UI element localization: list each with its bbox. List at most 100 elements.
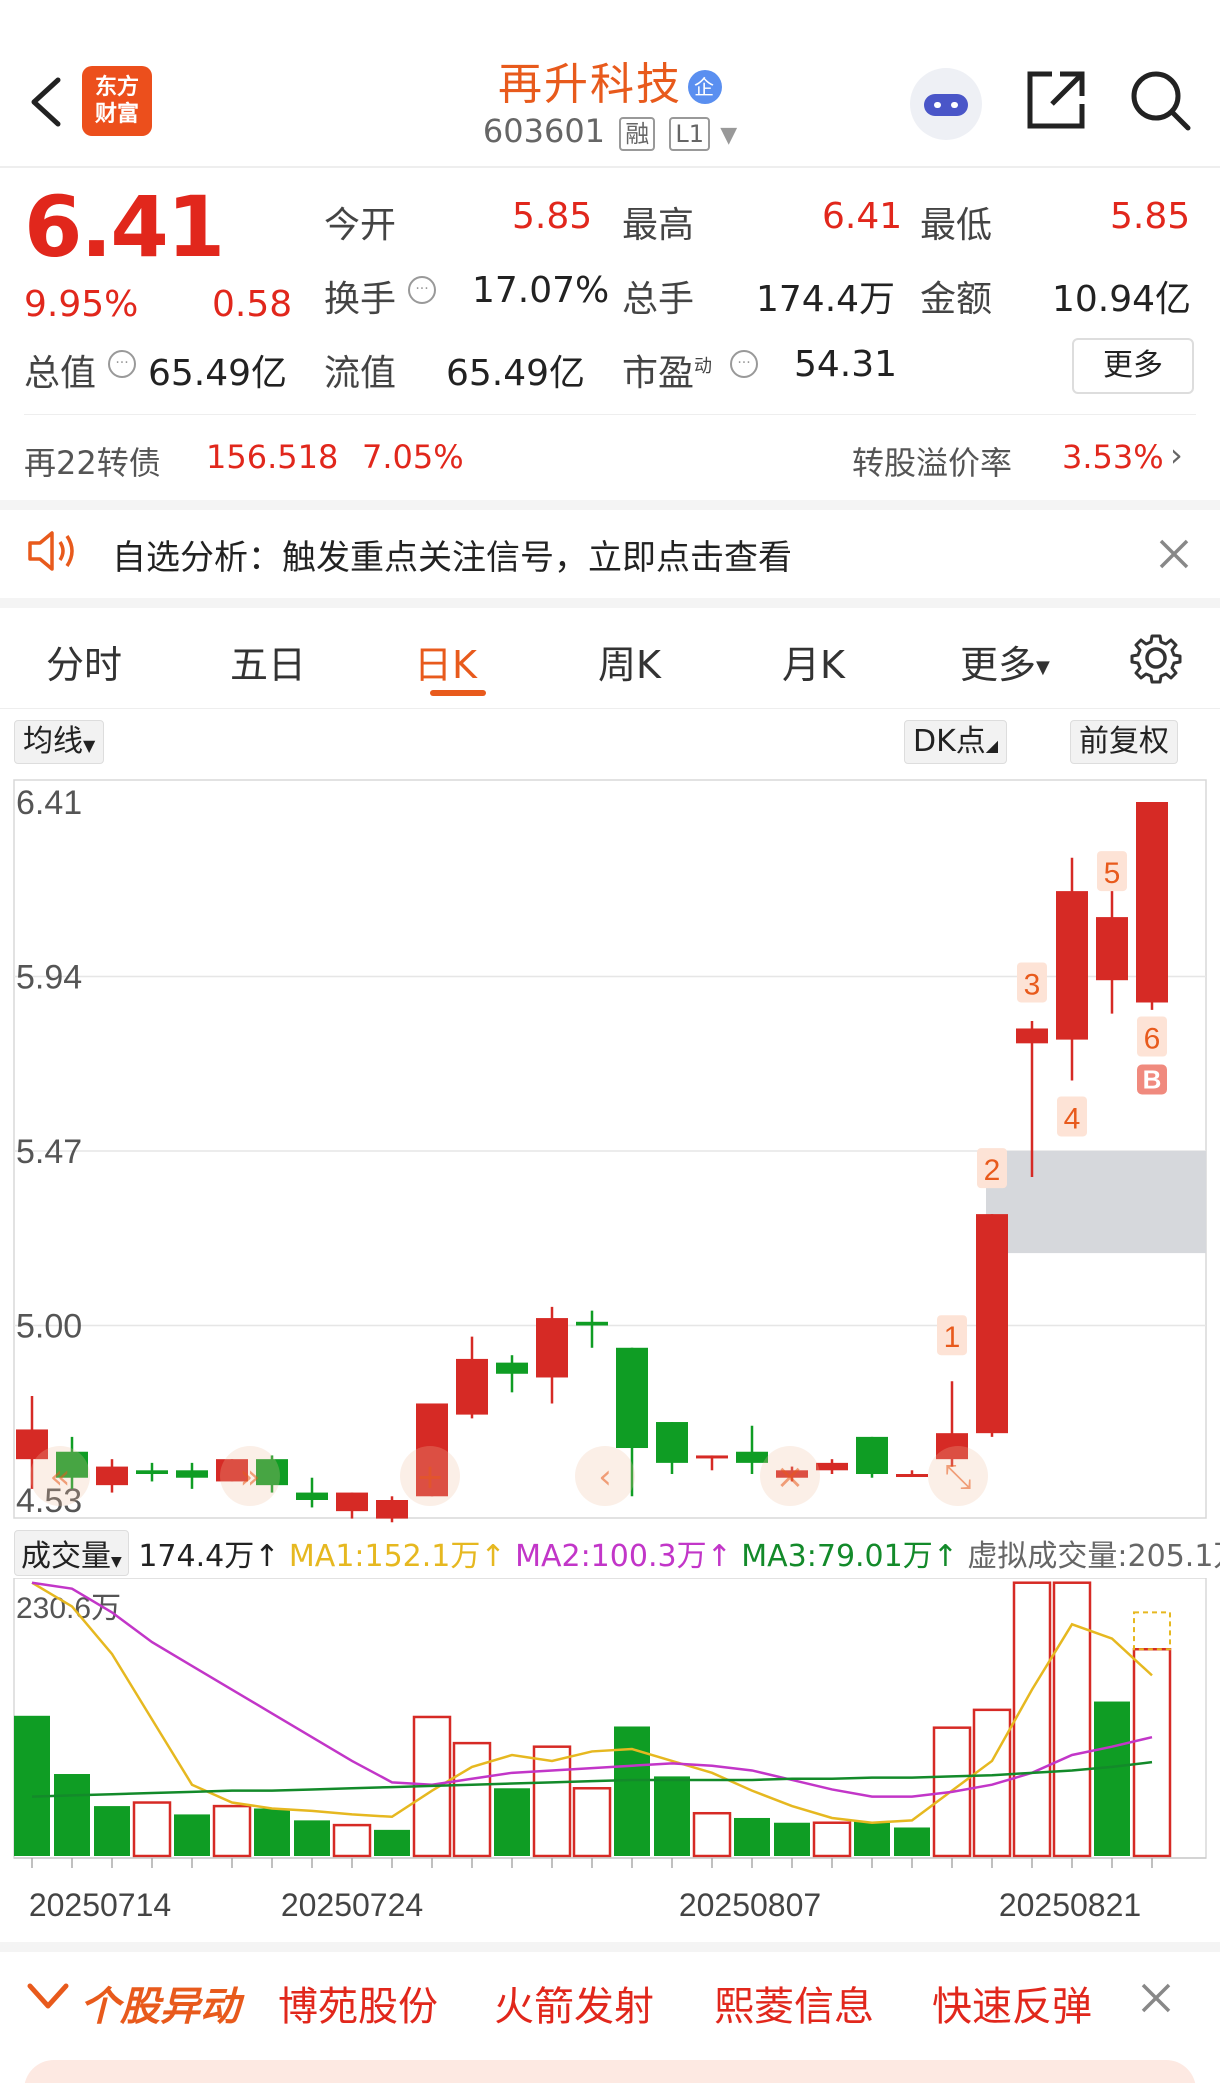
turnover-info-icon[interactable]: ··· — [408, 276, 436, 304]
volume-bar — [572, 1787, 612, 1858]
buy-marker-label: B — [1143, 1064, 1162, 1094]
chart-nav-button[interactable]: ‹ — [575, 1446, 635, 1506]
volume-bar — [654, 1776, 690, 1856]
candle-body — [1056, 891, 1088, 1040]
chart-nav-icon: ⤡ — [944, 1457, 971, 1497]
volume-bar — [1012, 1581, 1052, 1858]
volume-bar — [894, 1827, 930, 1856]
assistant-robot-icon[interactable] — [910, 68, 982, 140]
candle-body — [656, 1422, 688, 1463]
candle-body — [816, 1462, 848, 1471]
float-label: 流值 — [324, 353, 397, 394]
chart-nav-button[interactable]: « — [30, 1446, 90, 1506]
active-tab-underline — [430, 690, 486, 696]
chart-nav-button[interactable]: × — [760, 1446, 820, 1506]
ma-selector[interactable]: 均线▼ — [14, 720, 105, 764]
more-quote-button[interactable]: 更多 — [1072, 338, 1194, 394]
signal-marker-label: 6 — [1144, 1022, 1161, 1055]
signal-marker-label: 1 — [944, 1321, 961, 1354]
candle-body — [456, 1358, 488, 1415]
volume-bar — [812, 1821, 852, 1858]
volume-bar — [132, 1801, 172, 1858]
candle-body — [736, 1451, 768, 1463]
x-tick-label: 20250807 — [679, 1887, 821, 1923]
price-gap-band — [986, 1151, 1206, 1254]
candle-body — [1016, 1028, 1048, 1044]
ma2-readout: MA2:100.3万↑ — [515, 1539, 732, 1574]
alert-item-1[interactable]: 博苑股份 — [278, 1974, 438, 2032]
notice-text[interactable]: 自选分析：触发重点关注信号，立即点击查看 — [112, 530, 792, 579]
amount-value: 10.94亿 — [1052, 279, 1192, 320]
tab-daily-k[interactable]: 日K — [414, 634, 477, 689]
stock-name: 再升科技 — [498, 59, 682, 110]
close-notice-icon[interactable] — [1156, 536, 1192, 572]
tab-five-day[interactable]: 五日 — [230, 634, 306, 689]
pe-label: 市盈动 — [622, 344, 712, 396]
candle-body — [976, 1214, 1008, 1434]
alert-item-3[interactable]: 熙菱信息 — [714, 1974, 874, 2032]
volume-bar — [1094, 1701, 1130, 1856]
signal-marker: 1 — [937, 1315, 967, 1356]
search-icon[interactable] — [1128, 68, 1194, 134]
volume-label: 总手 — [622, 279, 695, 320]
volume-bar — [614, 1726, 650, 1856]
ma1-readout: MA1:152.1万↑ — [288, 1539, 506, 1574]
candle-body — [496, 1362, 528, 1374]
volume-selector-label: 成交量 — [21, 1539, 111, 1574]
chart-nav-button[interactable]: + — [400, 1446, 460, 1506]
volume-bar — [692, 1811, 732, 1858]
mktcap-info-icon[interactable]: ··· — [108, 350, 136, 378]
candle-body — [296, 1492, 328, 1500]
alert-item-2[interactable]: 火箭发射 — [494, 1974, 654, 2032]
signal-marker-label: 4 — [1064, 1102, 1081, 1135]
tab-weekly-k[interactable]: 周K — [598, 634, 661, 689]
dropdown-icon: ▼ — [720, 123, 738, 148]
high-label: 最高 — [622, 205, 695, 246]
volume-bar — [972, 1708, 1012, 1858]
tab-monthly-k[interactable]: 月K — [782, 634, 845, 689]
change-percent: 9.95% — [24, 284, 139, 325]
chart-frame — [13, 779, 1207, 1519]
chart-nav-button[interactable]: ⤡ — [928, 1446, 988, 1506]
triangle-down-icon: ▼ — [111, 1554, 122, 1570]
candle-body — [1136, 802, 1168, 1003]
bond-row[interactable]: 再22转债 156.518 7.05% 转股溢价率 3.53% › — [0, 430, 1220, 490]
settings-icon[interactable] — [1130, 632, 1182, 684]
tab-more[interactable]: 更多▼ — [960, 634, 1050, 689]
chart-nav-icon: » — [240, 1457, 261, 1497]
volume-chart[interactable]: 230.6万20250714 20250724 20250807 20250821 — [0, 1578, 1220, 1948]
volume-current: 174.4万↑ — [138, 1539, 280, 1574]
volume-bar — [294, 1820, 330, 1856]
chart-nav-button[interactable]: » — [220, 1446, 280, 1506]
close-alert-icon[interactable] — [1138, 1980, 1174, 2026]
chevron-down-icon[interactable] — [26, 1978, 70, 2024]
float-value: 65.49亿 — [446, 353, 586, 394]
dk-point-button[interactable]: DK点◢ — [904, 720, 1008, 764]
signal-marker: 6 — [1137, 1016, 1167, 1057]
adjust-button[interactable]: 前复权 — [1070, 720, 1178, 764]
candle-body — [536, 1318, 568, 1378]
bond-pct: 7.05% — [362, 438, 464, 476]
volume-bar — [14, 1715, 50, 1856]
share-icon[interactable] — [1024, 68, 1088, 132]
alert-section-title: 个股异动 — [80, 1984, 240, 2030]
tab-intraday[interactable]: 分时 — [46, 634, 122, 689]
alert-item-4[interactable]: 快速反弹 — [932, 1974, 1092, 2032]
stock-code: 603601 — [482, 112, 606, 150]
volume-selector[interactable]: 成交量▼ — [14, 1530, 129, 1576]
chevron-right-icon: › — [1170, 436, 1183, 474]
ma3-text: MA3:79.01万 — [741, 1539, 933, 1574]
ma3-readout: MA3:79.01万↑ — [741, 1539, 958, 1574]
y-tick-label: 5.00 — [16, 1308, 82, 1346]
candle-body — [376, 1500, 408, 1519]
candle-body — [1096, 917, 1128, 981]
pe-info-icon[interactable]: ··· — [730, 350, 758, 378]
x-tick-label: 20250821 — [999, 1887, 1141, 1923]
bond-price: 156.518 — [206, 438, 339, 476]
pe-value: 54.31 — [794, 344, 898, 385]
candle-body — [616, 1347, 648, 1449]
volume-bar — [212, 1804, 252, 1858]
kline-chart[interactable]: 6.415.945.475.004.53123456B«»+‹×⤡ — [0, 770, 1220, 1530]
high-value: 6.41 — [822, 196, 903, 237]
signal-marker: 4 — [1057, 1096, 1087, 1137]
